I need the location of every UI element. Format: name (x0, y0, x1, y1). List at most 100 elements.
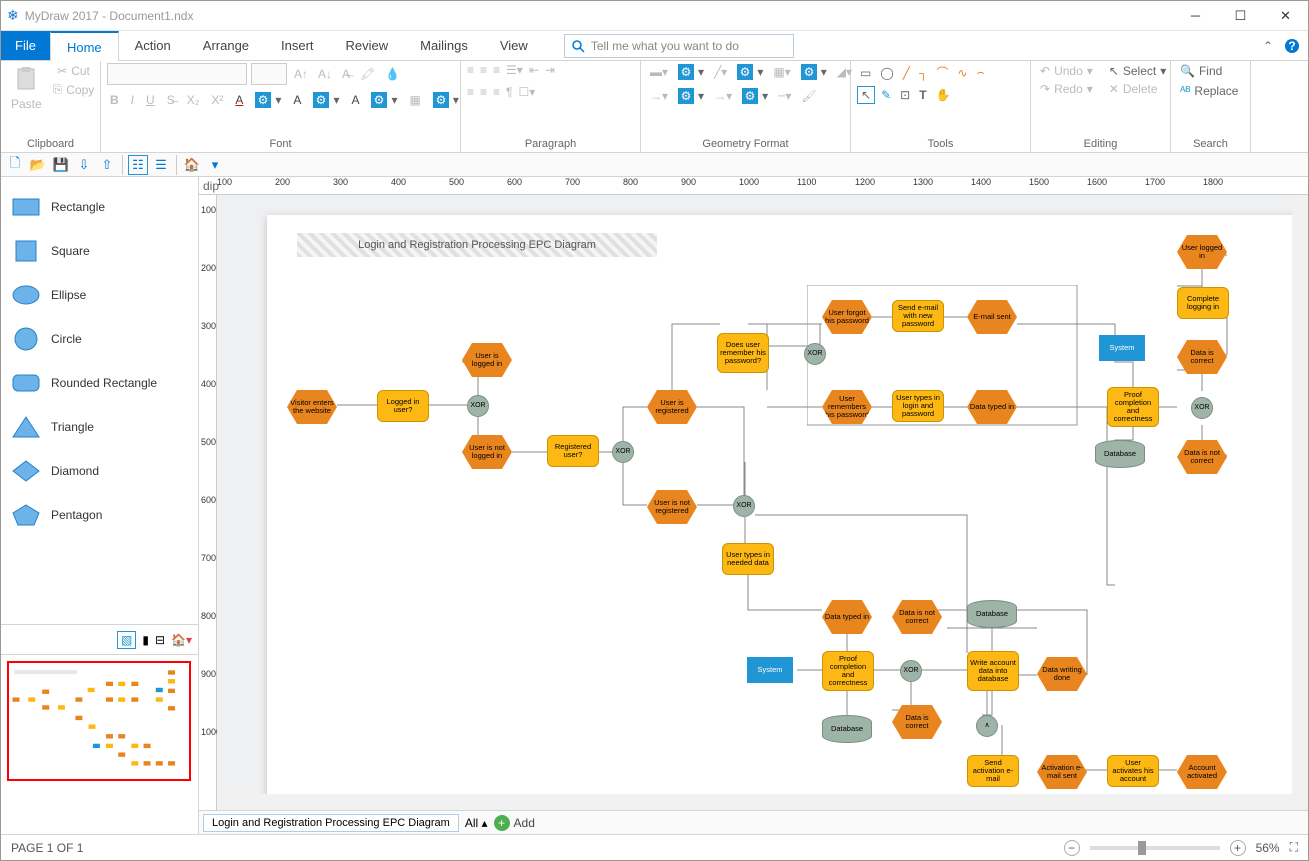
valign-bot-button[interactable]: ≡ (493, 85, 500, 99)
node-xor-4[interactable]: XOR (1191, 397, 1213, 419)
zoom-in-button[interactable]: + (1230, 840, 1246, 856)
node-xor-5[interactable]: XOR (733, 495, 755, 517)
bullets-button[interactable]: ☰▾ (506, 63, 523, 77)
qat-home-button[interactable]: 🏠 (182, 155, 202, 175)
shape-triangle[interactable]: Triangle (5, 405, 194, 449)
node-database[interactable]: Database (1095, 440, 1145, 468)
view-home-button[interactable]: 🏠▾ (171, 633, 192, 647)
tool-curve2-button[interactable]: ∿ (955, 63, 971, 82)
tool-arc-button[interactable]: ⌢ (974, 63, 988, 82)
fill-style-button[interactable]: ⚙▾ (430, 91, 462, 109)
view-split-button[interactable]: ⊟ (155, 633, 165, 647)
diagram-title[interactable]: Login and Registration Processing EPC Di… (297, 233, 657, 257)
shadow-style-button[interactable]: ⚙▾ (310, 91, 342, 109)
qat-import-button[interactable]: ⇩ (74, 155, 94, 175)
shadow-button[interactable]: A (290, 92, 304, 108)
font-size-select[interactable] (251, 63, 287, 85)
node-forgot[interactable]: User forgot his password (822, 300, 872, 334)
shape-rectangle[interactable]: Rectangle (5, 185, 194, 229)
minimize-button[interactable]: ─ (1173, 1, 1218, 31)
qat-export-button[interactable]: ⇧ (97, 155, 117, 175)
node-write[interactable]: Write account data into database (967, 651, 1019, 691)
tool-rect-button[interactable]: ▭ (857, 63, 874, 82)
tool-pencil-button[interactable]: ✎ (878, 87, 894, 103)
pilcrow-button[interactable]: ¶ (506, 85, 512, 99)
italic-button[interactable]: I (128, 92, 137, 108)
node-and[interactable]: ∧ (976, 715, 998, 737)
geo-shadow-style-button[interactable]: ⚙▾ (798, 63, 830, 81)
node-xor-3[interactable]: XOR (804, 343, 826, 365)
find-button[interactable]: 🔍Find (1177, 63, 1244, 79)
diagram-page[interactable]: Login and Registration Processing EPC Di… (267, 215, 1297, 810)
outline-button[interactable]: A (348, 92, 362, 108)
node-xor-2[interactable]: XOR (612, 441, 634, 463)
spacing-button[interactable]: ☐▾ (519, 85, 536, 99)
align-right-button[interactable]: ≡ (493, 63, 500, 77)
close-button[interactable]: ✕ (1263, 1, 1308, 31)
tab-file[interactable]: File (1, 31, 50, 60)
node-proof[interactable]: Proof completion and correctness (1107, 387, 1159, 427)
align-center-button[interactable]: ≡ (480, 63, 487, 77)
view-single-button[interactable]: ▮ (142, 633, 149, 647)
scrollbar-vertical[interactable] (1292, 195, 1308, 810)
highlight-button[interactable]: 🖍 (357, 66, 378, 82)
indent-dec-button[interactable]: ⇤ (529, 63, 539, 77)
qat-save-button[interactable]: 💾 (51, 155, 71, 175)
node-logged-in[interactable]: User logged in (1177, 235, 1227, 269)
tab-view[interactable]: View (484, 31, 544, 60)
tool-text-button[interactable]: T (916, 87, 929, 103)
node-incorrect[interactable]: Data is not correct (1177, 440, 1227, 474)
tool-pan-button[interactable]: ✋ (933, 87, 954, 103)
valign-mid-button[interactable]: ≡ (480, 85, 487, 99)
strike-button[interactable]: S̶ (164, 92, 178, 108)
tab-mailings[interactable]: Mailings (404, 31, 484, 60)
node-correct[interactable]: Data is correct (1177, 340, 1227, 374)
node-visitor[interactable]: Visitor enters the website (287, 390, 337, 424)
shrink-font-button[interactable]: A↓ (315, 66, 335, 82)
underline-button[interactable]: U (143, 92, 158, 108)
node-data-typed2[interactable]: Data typed in (822, 600, 872, 634)
node-logged-user[interactable]: Logged in user? (377, 390, 429, 422)
qat-open-button[interactable]: 📂 (28, 155, 48, 175)
geo-fill-button[interactable]: ▬▾ (647, 63, 671, 81)
tab-review[interactable]: Review (330, 31, 405, 60)
valign-top-button[interactable]: ≡ (467, 85, 474, 99)
tab-home[interactable]: Home (50, 31, 119, 61)
replace-button[interactable]: ᴬᴮReplace (1177, 83, 1244, 99)
tool-curve1-button[interactable]: ⌒ (934, 63, 952, 82)
copy-button[interactable]: ⎘Copy (50, 81, 98, 98)
shape-diamond[interactable]: Diamond (5, 449, 194, 493)
canvas[interactable]: Login and Registration Processing EPC Di… (217, 195, 1308, 810)
redo-button[interactable]: ↷Redo▾ (1037, 81, 1096, 97)
node-writing-done[interactable]: Data writing done (1037, 657, 1087, 691)
tab-action[interactable]: Action (119, 31, 187, 60)
clear-format-button[interactable]: A̶ (339, 66, 353, 82)
node-xor-6[interactable]: XOR (900, 660, 922, 682)
search-input[interactable]: Tell me what you want to do (564, 34, 794, 58)
geo-line-button[interactable]: ╱▾ (711, 63, 730, 81)
node-database3[interactable]: Database (967, 600, 1017, 628)
node-activates[interactable]: User activates his account (1107, 755, 1159, 787)
tool-line2-button[interactable]: ┐ (916, 63, 931, 82)
node-mail-sent[interactable]: E-mail sent (967, 300, 1017, 334)
tab-insert[interactable]: Insert (265, 31, 330, 60)
paste-button[interactable]: Paste (7, 63, 46, 136)
shape-pentagon[interactable]: Pentagon (5, 493, 194, 537)
view-pages-button[interactable]: ▧ (117, 631, 136, 649)
node-act-sent[interactable]: Activation e-mail sent (1037, 755, 1087, 789)
geo-line-style-button[interactable]: ⚙▾ (734, 63, 766, 81)
node-activated[interactable]: Account activated (1177, 755, 1227, 789)
node-complete[interactable]: Complete logging in (1177, 287, 1229, 319)
maximize-button[interactable]: ☐ (1218, 1, 1263, 31)
font-style-button[interactable]: ⚙▾ (252, 91, 284, 109)
node-proof2[interactable]: Proof completion and correctness (822, 651, 874, 691)
geo-shadow-button[interactable]: ▦▾ (770, 63, 793, 81)
bold-button[interactable]: B (107, 92, 122, 108)
qat-list-button[interactable]: ☰ (151, 155, 171, 175)
geo-paint-button[interactable]: 🖌 (798, 87, 819, 105)
tab-arrange[interactable]: Arrange (187, 31, 265, 60)
select-button[interactable]: ↖Select▾ (1106, 63, 1169, 79)
node-user-registered[interactable]: User is registered (647, 390, 697, 424)
indent-inc-button[interactable]: ⇥ (545, 63, 555, 77)
node-user-logged[interactable]: User is logged in (462, 343, 512, 377)
